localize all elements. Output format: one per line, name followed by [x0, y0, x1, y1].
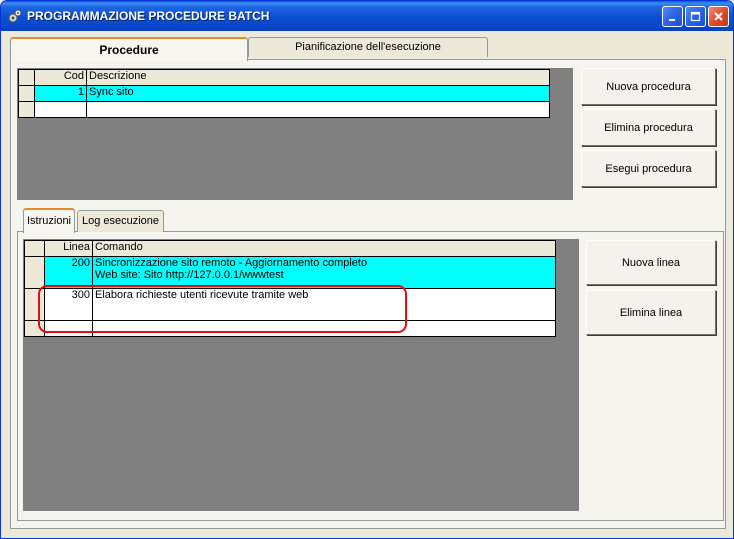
row-indicator-header [24, 240, 45, 257]
procedures-table[interactable]: Cod Descrizione 1 Sync sito [18, 69, 550, 118]
minimize-button[interactable] [662, 6, 683, 27]
minimize-icon [669, 19, 675, 21]
row-indicator[interactable] [18, 85, 35, 102]
table-row[interactable] [18, 101, 550, 118]
maximize-icon [690, 11, 701, 22]
cell-comando[interactable]: Sincronizzazione sito remoto - Aggiornam… [92, 256, 556, 289]
row-indicator[interactable] [24, 288, 45, 321]
cell-linea[interactable]: 300 [44, 288, 93, 321]
cell-comando[interactable] [92, 320, 556, 337]
table-row[interactable]: 200 Sincronizzazione sito remoto - Aggio… [24, 256, 556, 289]
column-header-comando[interactable]: Comando [92, 240, 556, 257]
title-bar[interactable]: PROGRAMMAZIONE PROCEDURE BATCH [1, 1, 733, 31]
maximize-button[interactable] [685, 6, 706, 27]
column-header-descrizione[interactable]: Descrizione [86, 69, 550, 86]
gears-icon [7, 8, 23, 24]
row-indicator[interactable] [24, 256, 45, 289]
delete-line-button[interactable]: Elimina linea [586, 290, 716, 335]
cell-cod[interactable] [34, 101, 87, 118]
table-row[interactable]: 1 Sync sito [18, 85, 550, 102]
procedures-grid[interactable]: Cod Descrizione 1 Sync sito [17, 68, 573, 200]
cell-linea[interactable] [44, 320, 93, 337]
comando-text-line1: Sincronizzazione sito remoto - Aggiornam… [95, 257, 368, 270]
table-row[interactable]: 300 Elabora richieste utenti ricevute tr… [24, 288, 556, 321]
tab-log-esecuzione[interactable]: Log esecuzione [77, 210, 164, 232]
row-indicator[interactable] [18, 101, 35, 118]
tab-procedure[interactable]: Procedure [10, 37, 248, 61]
column-header-linea[interactable]: Linea [44, 240, 93, 257]
cell-comando[interactable]: Elabora richieste utenti ricevute tramit… [92, 288, 556, 321]
comando-text-line2: Web site: Sito http://127.0.0.1/wwwtest [95, 269, 284, 281]
comando-text-line1: Elabora richieste utenti ricevute tramit… [95, 289, 309, 302]
cell-descrizione[interactable] [86, 101, 550, 118]
new-line-button[interactable]: Nuova linea [586, 240, 716, 285]
row-indicator-header [18, 69, 35, 86]
cell-cod[interactable]: 1 [34, 85, 87, 102]
instructions-table[interactable]: Linea Comando 200 Sincronizzazione sito … [24, 240, 556, 337]
procedures-header-row: Cod Descrizione [18, 69, 550, 86]
cell-linea[interactable]: 200 [44, 256, 93, 289]
instructions-grid[interactable]: Linea Comando 200 Sincronizzazione sito … [23, 239, 579, 511]
batch-procedures-window: PROGRAMMAZIONE PROCEDURE BATCH Procedure… [0, 0, 734, 539]
instructions-header-row: Linea Comando [24, 240, 556, 257]
delete-procedure-button[interactable]: Elimina procedura [581, 109, 716, 146]
new-procedure-button[interactable]: Nuova procedura [581, 68, 716, 105]
run-procedure-button[interactable]: Esegui procedura [581, 150, 716, 187]
row-indicator[interactable] [24, 320, 45, 337]
close-button[interactable] [708, 6, 729, 27]
table-row[interactable] [24, 320, 556, 337]
column-header-cod[interactable]: Cod [34, 69, 87, 86]
tab-istruzioni[interactable]: Istruzioni [23, 208, 75, 233]
cell-descrizione[interactable]: Sync sito [86, 85, 550, 102]
close-icon [714, 12, 723, 21]
tab-pianificazione[interactable]: Pianificazione dell'esecuzione [248, 37, 488, 57]
window-title: PROGRAMMAZIONE PROCEDURE BATCH [27, 9, 270, 23]
